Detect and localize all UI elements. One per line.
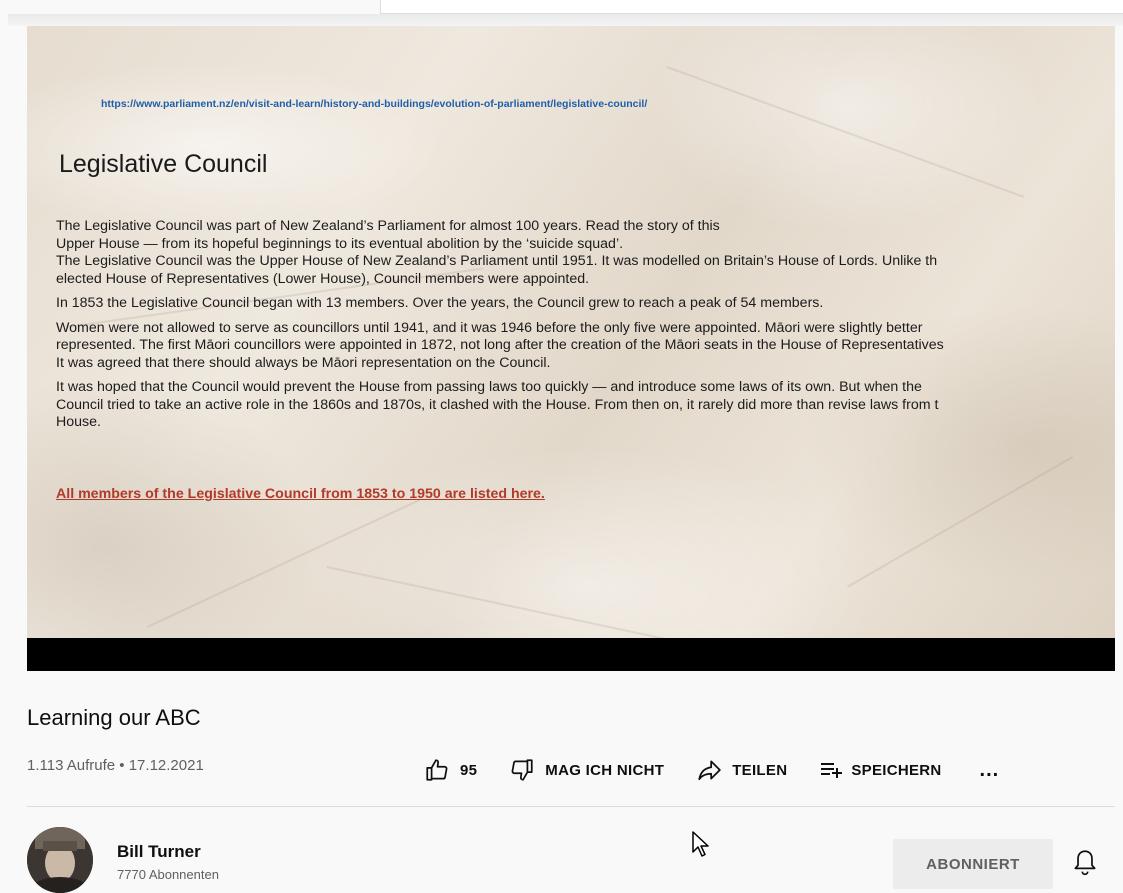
top-bar-left [0, 0, 380, 14]
subscriber-count: 7770 Abonnenten [117, 867, 219, 882]
slide-line: The Legislative Council was part of New … [56, 218, 720, 234]
slide-line: House. [56, 414, 101, 430]
slide-line: Women were not allowed to serve as counc… [56, 319, 923, 336]
thumbs-down-icon [509, 757, 535, 783]
thumbs-up-icon [424, 757, 450, 783]
slide-line: represented. The first Māori councillors… [56, 337, 944, 353]
slide-line: Upper House — from its hopeful beginning… [56, 235, 624, 252]
video-player[interactable]: https://www.parliament.nz/en/visit-and-l… [27, 26, 1115, 671]
divider [27, 806, 1115, 807]
slide-members-link: All members of the Legislative Council f… [56, 486, 545, 502]
video-title: Learning our ABC [27, 705, 201, 730]
slide-title: Legislative Council [59, 150, 268, 178]
more-actions-button[interactable]: ... [980, 752, 1000, 788]
dislike-label: MAG ICH NICHT [545, 761, 665, 779]
avatar-portrait-icon [27, 827, 93, 893]
video-frame[interactable]: https://www.parliament.nz/en/visit-and-l… [27, 26, 1115, 638]
slide-source-url: https://www.parliament.nz/en/visit-and-l… [101, 98, 648, 110]
player-top-shadow [8, 14, 1123, 26]
video-meta: 1.113 Aufrufe • 17.12.2021 [27, 757, 204, 774]
mouse-cursor-icon [691, 830, 711, 863]
paper-crease [147, 499, 420, 628]
slide-body: The Legislative Council was part of New … [56, 218, 1115, 439]
playlist-add-icon [819, 758, 843, 782]
slide-line: In 1853 the Legislative Council began wi… [56, 295, 824, 311]
search-area-edge [380, 0, 1123, 14]
slide-line: Council tried to take an active role in … [56, 396, 939, 413]
subscribed-button[interactable]: ABONNIERT [893, 839, 1053, 889]
like-button[interactable]: 95 [424, 752, 477, 788]
share-arrow-icon [696, 757, 722, 783]
slide-line: elected House of Representatives (Lower … [56, 270, 590, 287]
paper-crease [326, 566, 817, 638]
paper-crease [666, 66, 1025, 198]
share-label: TEILEN [732, 761, 788, 779]
dislike-button[interactable]: MAG ICH NICHT [509, 752, 664, 788]
channel-name[interactable]: Bill Turner [117, 842, 201, 862]
paper-crease [847, 456, 1074, 588]
slide-line: It was agreed that there should always b… [56, 354, 551, 371]
slide-line: It was hoped that the Council would prev… [56, 379, 922, 395]
save-button[interactable]: SPEICHERN [819, 752, 941, 788]
save-label: SPEICHERN [851, 761, 942, 779]
like-count: 95 [460, 761, 478, 779]
video-actions: 95 MAG ICH NICHT TEILEN SPEICHERN ... [424, 752, 999, 788]
share-button[interactable]: TEILEN [696, 752, 787, 788]
channel-avatar[interactable] [27, 827, 93, 893]
slide-line: The Legislative Council was the Upper Ho… [56, 253, 938, 269]
